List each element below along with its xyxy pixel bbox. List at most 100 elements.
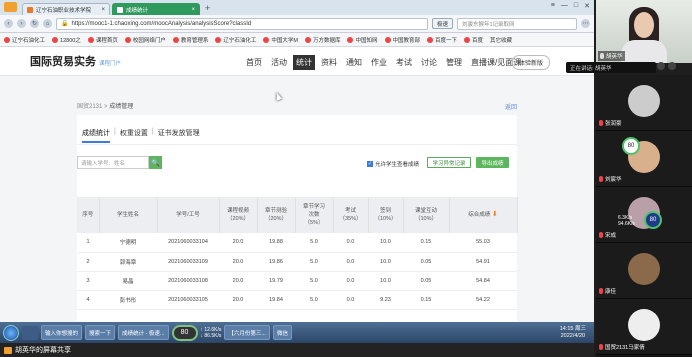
bookmark-item[interactable]: 中国教育部 bbox=[384, 36, 420, 44]
export-grades-button[interactable]: 导出成绩 bbox=[476, 157, 509, 168]
participant-tile[interactable]: 康佳 bbox=[596, 243, 692, 299]
performance-widget[interactable]: 80 bbox=[171, 324, 198, 341]
forward-icon[interactable]: › bbox=[17, 19, 26, 28]
bookmark-item[interactable]: 12800之 bbox=[52, 36, 81, 44]
speaker-video[interactable]: 胡英华 bbox=[596, 0, 692, 63]
speaker-label: 胡英华 bbox=[598, 51, 625, 61]
close-button[interactable]: ✕ bbox=[584, 2, 590, 10]
sort-icon[interactable]: ⬇ bbox=[492, 211, 498, 218]
checkbox-icon[interactable]: ✓ bbox=[367, 161, 373, 167]
taskbar-icon[interactable] bbox=[22, 325, 38, 340]
maximize-button[interactable]: □ bbox=[574, 2, 578, 10]
tab-grades[interactable]: 成绩统计 × bbox=[112, 3, 200, 15]
speaking-tooltip: 正在讲话: 胡英华 bbox=[566, 62, 656, 73]
tab-school[interactable]: 辽宁石油职业技术学院 × bbox=[22, 3, 110, 15]
table-row[interactable]: 1 宁德明 2021060033104 20.0 19.88 5.0 0.0 10.0 0.15… bbox=[77, 233, 517, 253]
menu-button[interactable]: ≡ bbox=[551, 2, 555, 10]
bookmark-icon bbox=[263, 36, 270, 43]
table-row[interactable]: 3 易晶 2021060033108 20.0 19.79 5.0 0.0 10.0 0.05 5… bbox=[77, 271, 517, 291]
table-cell: 10.0 bbox=[368, 233, 403, 253]
nav-exam[interactable]: 考试 bbox=[393, 55, 415, 70]
nav-home[interactable]: 首页 bbox=[243, 55, 265, 70]
taskbar-task-browser[interactable]: 成绩统计 - 极速... bbox=[118, 325, 169, 340]
participant-tile[interactable]: 张润豪 bbox=[596, 75, 692, 131]
taskbar-task-doc[interactable]: 【六月份第三... bbox=[224, 325, 270, 340]
url-input[interactable]: 🔒 https://mooc1-1.chaoxing.com/moocAnalys… bbox=[56, 17, 428, 30]
back-icon[interactable]: ‹ bbox=[4, 19, 13, 28]
bookmark-more[interactable]: 其它收藏 bbox=[490, 36, 512, 44]
search-button[interactable]: 🔍 bbox=[149, 156, 162, 169]
start-button[interactable] bbox=[3, 324, 19, 341]
table-cell: 5.0 bbox=[295, 290, 333, 310]
bookmark-item[interactable]: 百度一下 bbox=[427, 36, 457, 44]
table-header: 序号 学生姓名 学号/工号 课程视频 （20%） 章节测验 （20%） 章节学习 次数 （5%）考… bbox=[77, 197, 518, 233]
bookmark-item[interactable]: 中国大学M bbox=[263, 36, 298, 44]
table-cell: 2021060033105 bbox=[157, 290, 219, 310]
nav-materials[interactable]: 资料 bbox=[318, 55, 340, 70]
table-cell: 20.0 bbox=[219, 290, 257, 310]
speed-mode-button[interactable]: 极速 bbox=[431, 18, 453, 29]
clock[interactable]: 14:15 周三 2022/4/20 bbox=[560, 326, 594, 340]
taskbar-search[interactable]: 输入你想搜的 bbox=[41, 325, 83, 340]
bookmark-icon bbox=[215, 36, 222, 43]
extensions-icon[interactable]: ⋯ bbox=[581, 19, 590, 28]
browser-search-input[interactable]: 刘骏东猴年1记录取网 bbox=[457, 17, 577, 30]
taskbar-task-wechat[interactable]: 微信 bbox=[272, 325, 292, 340]
breadcrumb-class[interactable]: 国贸2131 bbox=[77, 104, 102, 110]
bookmark-item[interactable]: 教育管理系 bbox=[172, 36, 208, 44]
nav-discussion[interactable]: 讨论 bbox=[418, 55, 440, 70]
cpu-badge: 80 bbox=[622, 137, 640, 155]
table-cell: 0.0 bbox=[333, 290, 368, 310]
nav-activity[interactable]: 活动 bbox=[268, 55, 290, 70]
back-link[interactable]: 返回 bbox=[505, 102, 517, 111]
table-cell: 1 bbox=[77, 233, 99, 253]
bookmark-icon bbox=[384, 36, 391, 43]
address-bar-row: ‹ › ↻ ⌂ 🔒 https://mooc1-1.chaoxing.com/mo… bbox=[0, 15, 594, 33]
table-row[interactable]: 2 郭海章 2021060033109 20.0 19.86 5.0 0.0 10.0 0.05… bbox=[77, 252, 517, 272]
bookmark-item[interactable]: 校园网络门户 bbox=[124, 36, 166, 44]
camera-toggle-icon[interactable] bbox=[668, 62, 676, 70]
bookmark-item[interactable]: 课程首页 bbox=[87, 36, 118, 44]
tab-certificates[interactable]: 证书发放管理 bbox=[158, 128, 200, 143]
nav-statistics[interactable]: 统计 bbox=[293, 55, 315, 70]
tab-close-icon[interactable]: × bbox=[101, 7, 105, 13]
student-search-input[interactable]: 请输入学号、姓名 bbox=[77, 156, 149, 169]
bookmark-item[interactable]: 万方数据库 bbox=[304, 36, 340, 44]
minimize-button[interactable]: — bbox=[561, 2, 568, 10]
avatar bbox=[628, 253, 660, 285]
participant-tile[interactable]: 80 刘宸华 bbox=[596, 131, 692, 187]
table-cell: 彭书彤 bbox=[99, 290, 157, 310]
participant-tile[interactable]: 国贸2131马家倩 bbox=[596, 299, 692, 355]
bookmark-item[interactable]: 百度 bbox=[464, 36, 483, 44]
column-header: 综合成绩 ⬇ bbox=[449, 197, 518, 233]
table-row[interactable]: 4 彭书彤 2021060033105 20.0 19.84 5.0 0.0 9.23 0.15… bbox=[77, 290, 517, 310]
mic-muted-icon bbox=[599, 232, 603, 238]
table-cell: 0.0 bbox=[333, 252, 368, 272]
abnormal-record-button[interactable]: 学习异常记录 bbox=[427, 157, 471, 168]
refresh-icon[interactable]: ↻ bbox=[30, 19, 39, 28]
participant-tile[interactable]: 6.3K/s 94.6K/s 80 宋成 bbox=[596, 187, 692, 243]
mic-muted-icon bbox=[599, 120, 603, 126]
nav-homework[interactable]: 作业 bbox=[368, 55, 390, 70]
mic-toggle-icon[interactable] bbox=[657, 62, 665, 70]
nav-notice[interactable]: 通知 bbox=[343, 55, 365, 70]
bookmark-icon bbox=[427, 36, 434, 43]
bookmark-item[interactable]: 中国知网 bbox=[347, 36, 378, 44]
bookmark-item[interactable]: 辽宁石油化工 bbox=[215, 36, 256, 44]
tab-weight-settings[interactable]: 权重设置 bbox=[120, 128, 148, 143]
participant-name: 国贸2131马家倩 bbox=[599, 343, 645, 351]
trial-new-version-button[interactable]: 体验新版 bbox=[512, 55, 551, 70]
course-portal-link[interactable]: 课程门户 bbox=[99, 59, 121, 67]
tab-grade-stats[interactable]: 成绩统计 bbox=[82, 128, 110, 143]
home-icon[interactable]: ⌂ bbox=[43, 19, 52, 28]
nav-manage[interactable]: 管理 bbox=[443, 55, 465, 70]
allow-view-checkbox[interactable]: ✓ 允许学生查看成绩 bbox=[367, 160, 419, 168]
bookmark-item[interactable]: 辽宁石油化工 bbox=[4, 36, 45, 44]
network-speed: ↑ 12.6K/s ↓ 86.5K/s bbox=[200, 326, 222, 339]
course-title[interactable]: 国际贸易实务 bbox=[30, 53, 96, 69]
tab-close-icon[interactable]: × bbox=[191, 7, 195, 13]
taskbar-search-button[interactable]: 搜索一下 bbox=[85, 325, 116, 340]
new-tab-button[interactable]: + bbox=[205, 3, 210, 13]
table-cell: 2021060033104 bbox=[157, 233, 219, 253]
divider bbox=[77, 144, 517, 145]
